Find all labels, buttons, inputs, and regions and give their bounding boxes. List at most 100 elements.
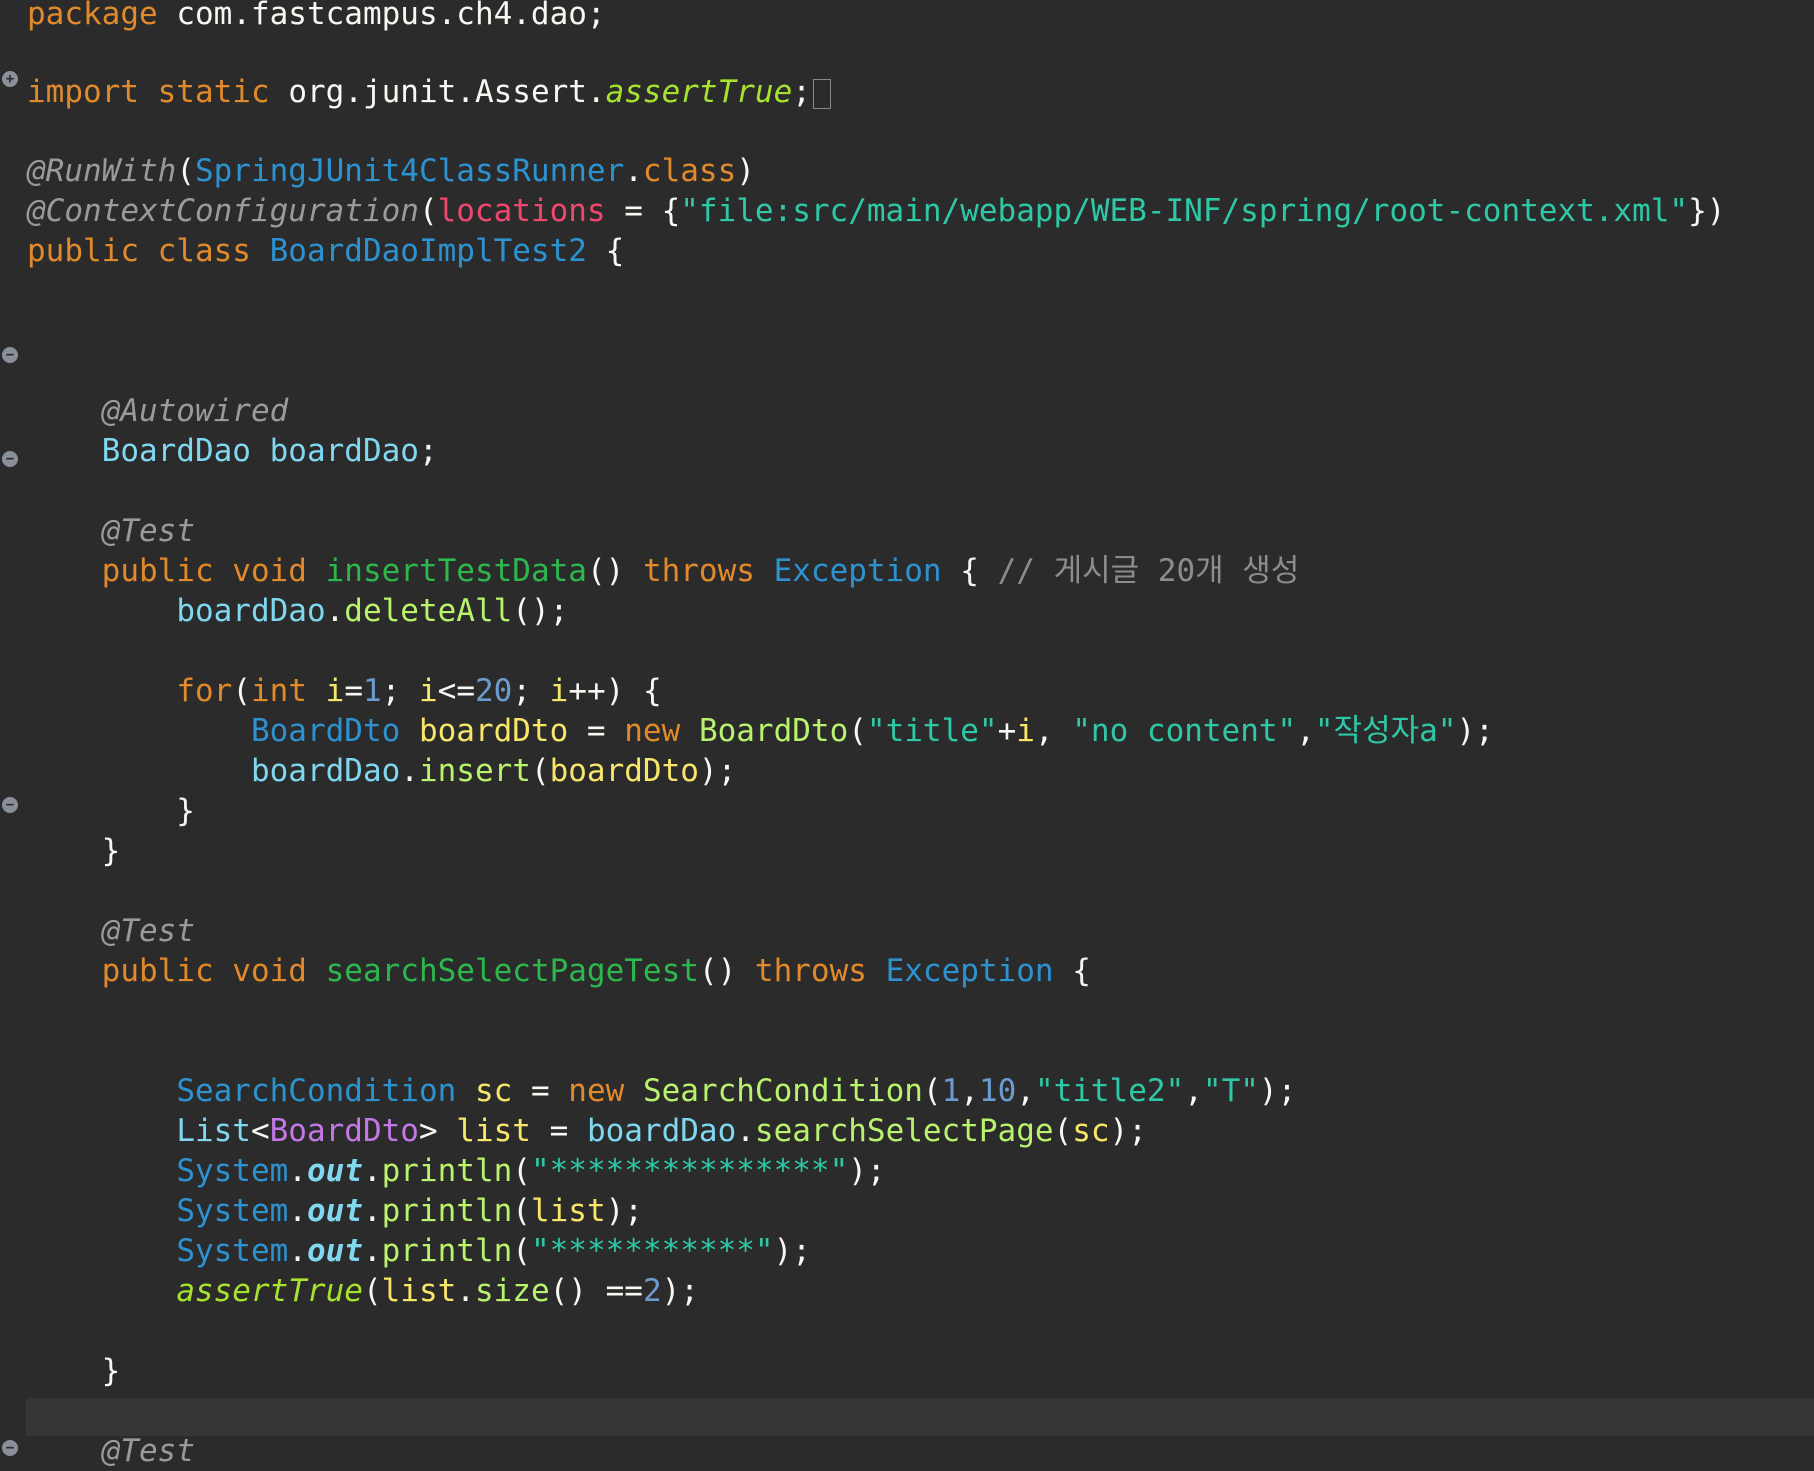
constructor-call: SearchCondition [642,1073,923,1109]
code-line-println-2[interactable]: System.out.println(list); [27,1191,643,1231]
code-line-println-1[interactable]: System.out.println("***************"); [27,1151,885,1191]
code-line-assert[interactable]: assertTrue(list.size() ==2); [27,1271,699,1311]
method-call: println [381,1193,513,1229]
local-var: boardDto [418,713,569,749]
method-call: searchSelectPage [754,1113,1054,1149]
number: 10 [978,1073,1017,1109]
method-name: insertTestData [325,553,587,589]
method-call: println [381,1153,513,1189]
editor-gutter [0,0,24,1458]
keyword: class [642,153,737,189]
class-ref: Exception [885,953,1054,989]
code-line-close-method1[interactable]: } [27,831,121,871]
collapse-fold-icon[interactable]: − [2,797,18,813]
keyword: import static [27,74,270,110]
code-line-context-config[interactable]: @ContextConfiguration(locations = {"file… [27,191,1725,231]
keyword: new [624,713,681,749]
code-line-insert[interactable]: boardDao.insert(boardDto); [27,751,736,791]
string-literal: "T" [1202,1073,1259,1109]
string-literal: "작성자a" [1314,713,1457,749]
static-field: out [306,1233,363,1269]
folded-imports-box[interactable] [812,78,831,109]
field-ref: boardDao [176,593,326,629]
string-literal: "file:src/main/webapp/WEB-INF/spring/roo… [680,193,1689,229]
collapse-fold-icon[interactable]: − [2,1440,18,1456]
code-line-close-method2[interactable]: } [27,1351,121,1391]
string-literal: "***********" [530,1233,774,1269]
code-line-search-condition[interactable]: SearchCondition sc = new SearchCondition… [27,1071,1296,1111]
current-line-highlight [26,1398,1814,1436]
number: 20 [475,673,513,709]
static-method-call: assertTrue [176,1273,363,1309]
annotation: @Test [101,513,195,549]
static-field: out [306,1153,363,1189]
class-ref: System [176,1193,289,1229]
local-var: list [530,1193,606,1229]
local-var: list [381,1273,457,1309]
collapse-fold-icon[interactable]: − [2,451,18,467]
keyword: for [176,673,233,709]
local-var: boardDto [549,753,699,789]
field-name: boardDao [269,433,419,469]
number: 2 [642,1273,662,1309]
import-path: org.junit.Assert. [288,74,606,110]
code-line-delete-all[interactable]: boardDao.deleteAll(); [27,591,568,631]
code-line-runwith[interactable]: @RunWith(SpringJUnit4ClassRunner.class) [27,151,755,191]
code-line-list[interactable]: List<BoardDto> list = boardDao.searchSel… [27,1111,1147,1151]
collapse-fold-icon[interactable]: − [2,347,18,363]
package-name: com.fastcampus.ch4.dao; [176,0,606,32]
keyword: package [27,0,158,32]
class-ref: SearchCondition [176,1073,457,1109]
comment: // 게시글 20개 생성 [997,553,1300,589]
field-ref: boardDao [250,753,401,789]
code-line-test-ann[interactable]: @Test [27,911,195,951]
field-type: BoardDao [101,433,251,469]
import-member: assertTrue [605,74,793,110]
method-call: deleteAll [344,593,513,629]
code-line-println-3[interactable]: System.out.println("***********"); [27,1231,811,1271]
annotation: @ContextConfiguration [27,193,419,229]
expand-fold-icon[interactable]: + [2,71,18,87]
code-line-import[interactable]: import static org.junit.Assert.assertTru… [27,72,831,112]
method-call: insert [418,753,531,789]
code-line-new-dto[interactable]: BoardDto boardDto = new BoardDto("title"… [27,711,1494,751]
class-name: BoardDaoImplTest2 [269,233,587,269]
string-literal: "title" [866,713,998,749]
keyword: int [250,673,307,709]
semicolon: ; [792,74,811,110]
keyword: public void [101,553,307,589]
local-var: sc [474,1073,513,1109]
local-var: i [325,673,345,709]
code-line-close-for[interactable]: } [27,791,195,831]
local-var: sc [1072,1113,1110,1149]
static-field: out [306,1193,363,1229]
number: 1 [941,1073,961,1109]
annotation: @RunWith [27,153,177,189]
method-name: searchSelectPageTest [325,953,699,989]
code-editor[interactable]: + − − − − package com.fastcampus.ch4.dao… [0,0,1814,1469]
number: 1 [363,673,382,709]
keyword: public class [27,233,251,269]
code-line-test-ann[interactable]: @Test [27,511,195,551]
class-ref: BoardDto [250,713,401,749]
keyword: new [568,1073,625,1109]
annotation: @Test [101,1433,195,1469]
code-line-for[interactable]: for(int i=1; i<=20; i++) { [27,671,661,711]
class-ref: System [176,1233,289,1269]
local-var: i [1016,713,1035,749]
annotation: @Test [101,913,195,949]
code-line-method2-decl[interactable]: public void searchSelectPageTest() throw… [27,951,1091,991]
code-line-package[interactable]: package com.fastcampus.ch4.dao; [27,0,606,34]
annotation: @Autowired [101,393,289,429]
string-literal: "title2" [1034,1073,1185,1109]
code-line-method1-decl[interactable]: public void insertTestData() throws Exce… [27,551,1300,591]
code-line-class-decl[interactable]: public class BoardDaoImplTest2 { [27,231,624,271]
class-ref: SpringJUnit4ClassRunner [194,153,625,189]
string-literal: "no content" [1072,713,1297,749]
annotation-param: locations [437,193,606,229]
method-call: println [381,1233,513,1269]
code-line-autowired[interactable]: @Autowired [27,391,289,431]
code-line-test-ann[interactable]: @Test [27,1431,195,1471]
string-literal: "***************" [530,1153,849,1189]
code-line-field[interactable]: BoardDao boardDao; [27,431,438,471]
